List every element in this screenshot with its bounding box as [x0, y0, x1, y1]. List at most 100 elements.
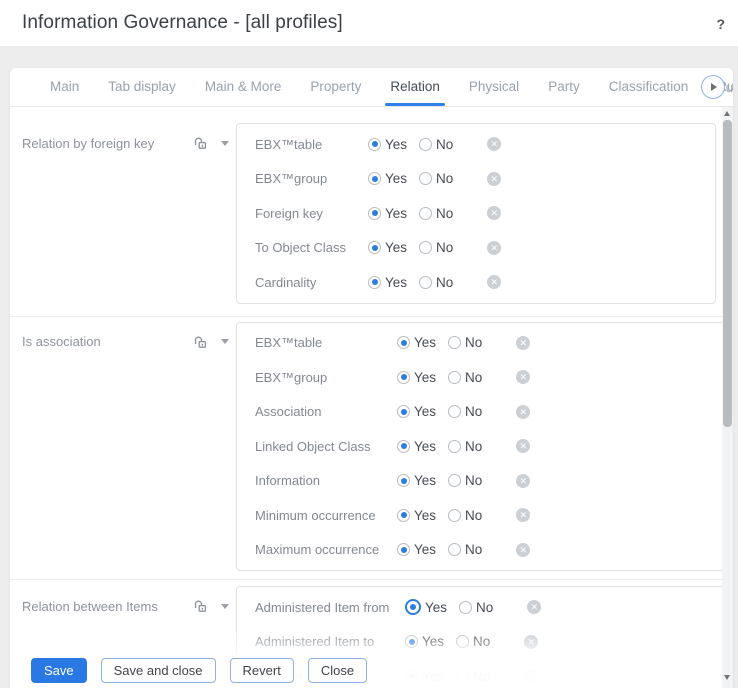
radio-yes[interactable]: Yes — [397, 508, 436, 523]
radio-yes[interactable]: Yes — [405, 599, 447, 615]
clear-value-icon[interactable]: ✕ — [487, 137, 501, 151]
radio-yes[interactable]: Yes — [405, 634, 444, 649]
tab-classification[interactable]: Classification — [609, 68, 689, 106]
radio-no-control[interactable] — [459, 601, 472, 614]
radio-yes-control[interactable] — [397, 509, 410, 522]
radio-yes-control[interactable] — [368, 241, 381, 254]
radio-yes[interactable]: Yes — [368, 275, 407, 290]
radio-no-control[interactable] — [448, 474, 461, 487]
radio-no[interactable]: No — [448, 439, 482, 454]
next-tabs-button[interactable] — [701, 75, 725, 99]
chevron-down-icon[interactable] — [221, 339, 229, 344]
radio-no[interactable]: No — [456, 669, 490, 684]
scroll-up-icon[interactable] — [724, 111, 730, 116]
radio-no[interactable]: No — [419, 137, 453, 152]
clear-value-icon[interactable]: ✕ — [516, 370, 530, 384]
radio-yes[interactable]: Yes — [405, 669, 444, 684]
radio-no-control[interactable] — [448, 543, 461, 556]
radio-yes[interactable]: Yes — [368, 206, 407, 221]
vertical-scrollbar[interactable] — [722, 107, 733, 688]
option-label: EBX™group — [255, 171, 368, 186]
radio-no-control[interactable] — [448, 371, 461, 384]
help-icon[interactable]: ? — [716, 16, 725, 32]
chevron-down-icon[interactable] — [221, 141, 229, 146]
radio-no-label: No — [465, 473, 482, 488]
tab-party[interactable]: Party — [548, 68, 580, 106]
radio-yes-control[interactable] — [397, 336, 410, 349]
clear-value-icon[interactable]: ✕ — [487, 241, 501, 255]
radio-no-control[interactable] — [448, 440, 461, 453]
radio-yes-control[interactable] — [405, 635, 418, 648]
radio-yes[interactable]: Yes — [397, 439, 436, 454]
tab-relation[interactable]: Relation — [390, 68, 440, 106]
tab-tab-display[interactable]: Tab display — [108, 68, 176, 106]
radio-no-control[interactable] — [456, 635, 469, 648]
close-button[interactable]: Close — [308, 658, 367, 683]
tab-physical[interactable]: Physical — [469, 68, 519, 106]
radio-no-control[interactable] — [419, 138, 432, 151]
radio-no-control[interactable] — [456, 670, 469, 683]
revert-button[interactable]: Revert — [230, 658, 294, 683]
radio-yes[interactable]: Yes — [397, 370, 436, 385]
scroll-down-icon[interactable] — [724, 675, 730, 680]
radio-no[interactable]: No — [448, 370, 482, 385]
radio-yes-control[interactable] — [397, 371, 410, 384]
radio-yes-control[interactable] — [368, 207, 381, 220]
radio-yes-control[interactable] — [397, 405, 410, 418]
radio-no[interactable]: No — [419, 240, 453, 255]
clear-value-icon[interactable]: ✕ — [516, 508, 530, 522]
radio-yes[interactable]: Yes — [397, 335, 436, 350]
radio-no[interactable]: No — [448, 508, 482, 523]
radio-no-control[interactable] — [448, 509, 461, 522]
scrollbar-thumb[interactable] — [723, 120, 732, 427]
tab-main-more[interactable]: Main & More — [205, 68, 282, 106]
clear-value-icon[interactable]: ✕ — [487, 206, 501, 220]
radio-no-control[interactable] — [448, 405, 461, 418]
clear-value-icon[interactable]: ✕ — [524, 669, 538, 683]
radio-yes-control[interactable] — [368, 138, 381, 151]
radio-no[interactable]: No — [448, 335, 482, 350]
chevron-down-icon[interactable] — [221, 604, 229, 609]
radio-no[interactable]: No — [448, 404, 482, 419]
save-button[interactable]: Save — [31, 658, 87, 683]
radio-yes-control[interactable] — [405, 599, 421, 615]
tab-property[interactable]: Property — [310, 68, 361, 106]
radio-no-control[interactable] — [419, 172, 432, 185]
radio-yes[interactable]: Yes — [397, 404, 436, 419]
radio-no[interactable]: No — [448, 473, 482, 488]
clear-value-icon[interactable]: ✕ — [527, 600, 541, 614]
radio-yes[interactable]: Yes — [368, 171, 407, 186]
radio-yes-control[interactable] — [397, 440, 410, 453]
radio-no[interactable]: No — [448, 542, 482, 557]
save-and-close-button[interactable]: Save and close — [101, 658, 216, 683]
radio-yes[interactable]: Yes — [368, 240, 407, 255]
tab-main[interactable]: Main — [50, 68, 79, 106]
clear-value-icon[interactable]: ✕ — [487, 275, 501, 289]
radio-no[interactable]: No — [419, 171, 453, 186]
radio-yes[interactable]: Yes — [368, 137, 407, 152]
radio-no-control[interactable] — [419, 276, 432, 289]
clear-value-icon[interactable]: ✕ — [524, 635, 538, 649]
radio-yes-control[interactable] — [397, 474, 410, 487]
radio-yes-control[interactable] — [368, 276, 381, 289]
radio-yes-control[interactable] — [405, 670, 418, 683]
radio-yes-control[interactable] — [368, 172, 381, 185]
radio-yes[interactable]: Yes — [397, 473, 436, 488]
radio-no[interactable]: No — [456, 634, 490, 649]
clear-value-icon[interactable]: ✕ — [516, 543, 530, 557]
option-label: To Object Class — [255, 240, 368, 255]
clear-value-icon[interactable]: ✕ — [516, 439, 530, 453]
radio-no[interactable]: No — [459, 600, 493, 615]
radio-no[interactable]: No — [419, 206, 453, 221]
radio-yes[interactable]: Yes — [397, 542, 436, 557]
radio-no[interactable]: No — [419, 275, 453, 290]
radio-no-control[interactable] — [448, 336, 461, 349]
clear-value-icon[interactable]: ✕ — [487, 172, 501, 186]
radio-no-label: No — [436, 275, 453, 290]
clear-value-icon[interactable]: ✕ — [516, 474, 530, 488]
clear-value-icon[interactable]: ✕ — [516, 405, 530, 419]
radio-no-control[interactable] — [419, 207, 432, 220]
radio-no-control[interactable] — [419, 241, 432, 254]
radio-yes-control[interactable] — [397, 543, 410, 556]
clear-value-icon[interactable]: ✕ — [516, 336, 530, 350]
